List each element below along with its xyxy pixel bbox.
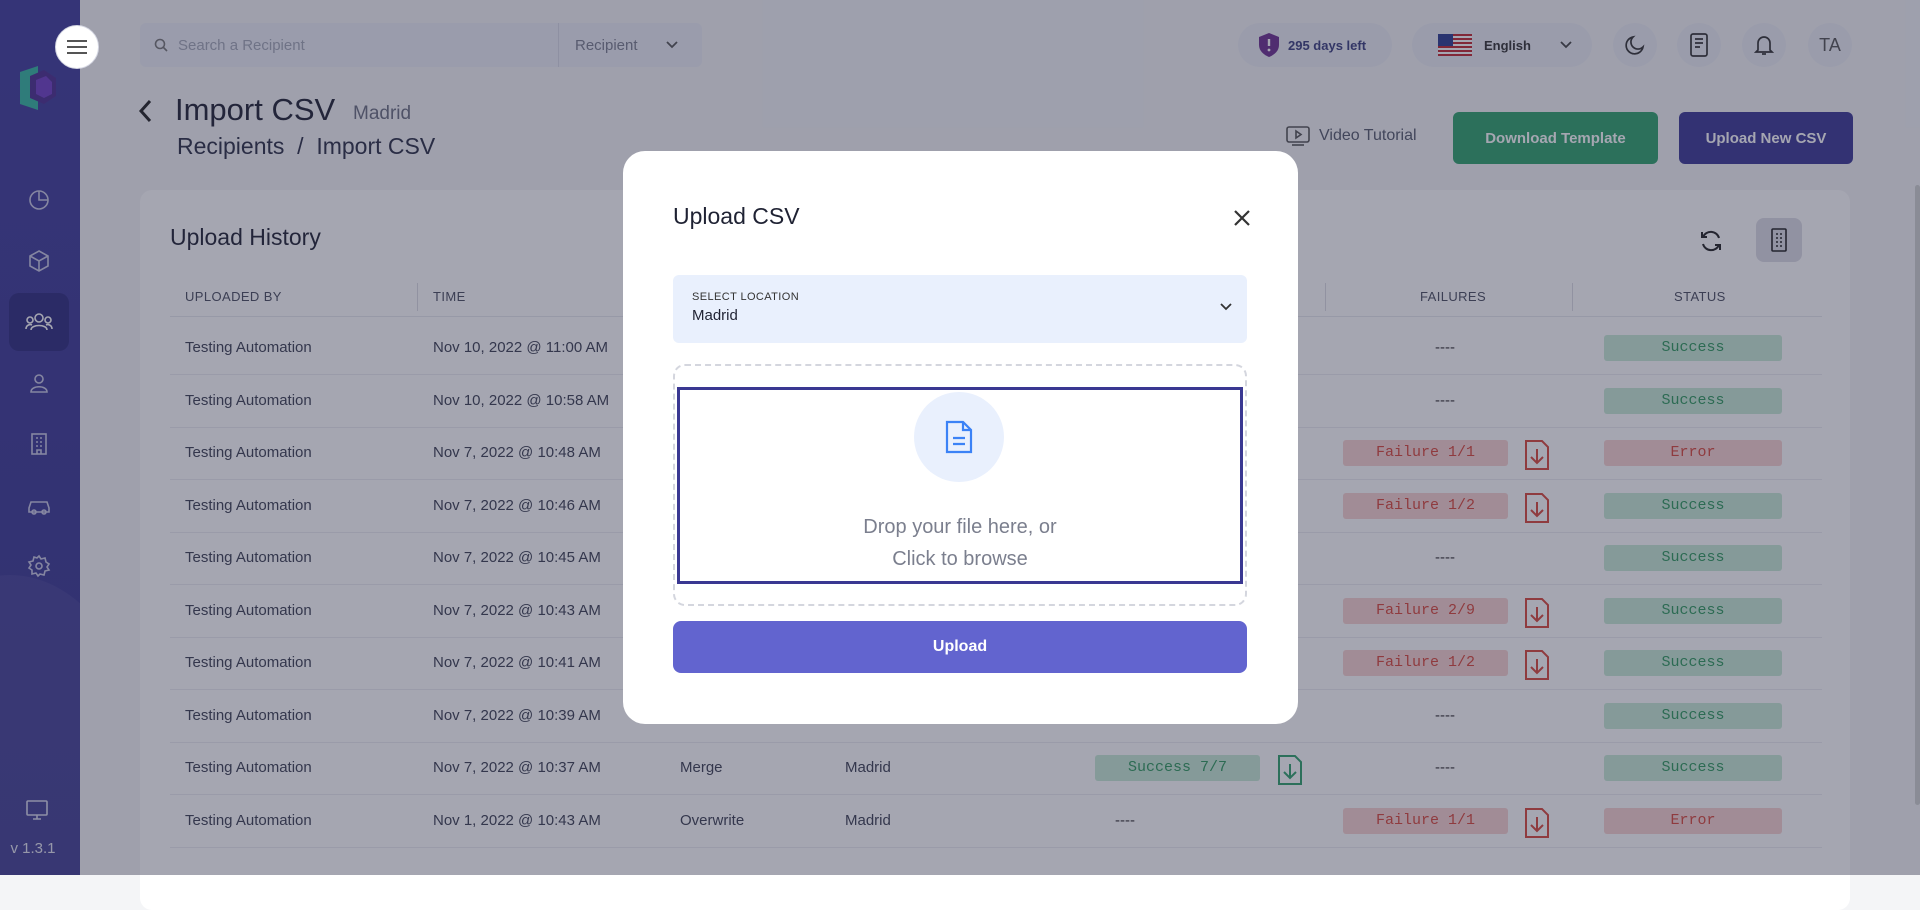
close-icon	[1234, 210, 1250, 226]
page-scrollbar[interactable]	[1915, 185, 1920, 805]
upload-button[interactable]: Upload	[673, 621, 1247, 673]
chevron-down-icon	[1220, 303, 1232, 311]
hamburger-icon	[67, 40, 87, 54]
menu-toggle-button[interactable]	[55, 25, 99, 69]
dropzone-text-line1: Drop your file here, or	[863, 516, 1057, 538]
document-icon	[945, 420, 973, 454]
location-select[interactable]: SELECT LOCATION Madrid	[673, 275, 1247, 343]
modal-title: Upload CSV	[673, 203, 800, 229]
file-icon-circle	[914, 392, 1004, 482]
close-button[interactable]	[1227, 203, 1257, 233]
location-label: SELECT LOCATION	[692, 291, 800, 303]
dropzone-text-line2[interactable]: Click to browse	[677, 548, 1243, 571]
location-value: Madrid	[692, 307, 738, 324]
